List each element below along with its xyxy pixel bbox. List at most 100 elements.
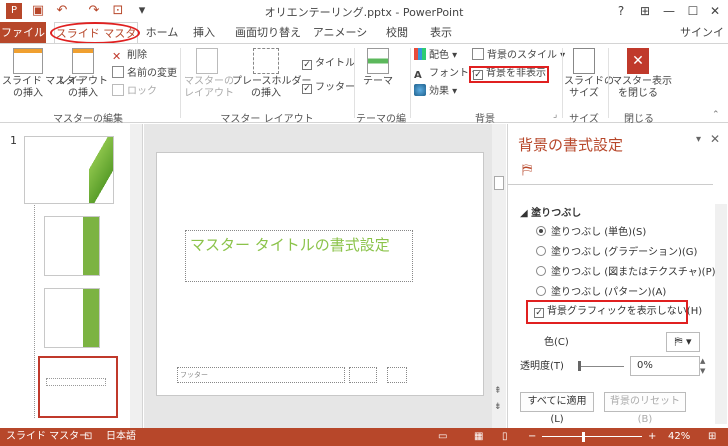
bg-styles-button[interactable]: 背景のスタイル ▾ — [472, 48, 565, 64]
layout-thumbnail[interactable] — [44, 288, 100, 348]
title-placeholder[interactable]: マスター タイトルの書式設定 — [185, 230, 413, 282]
lock-button[interactable]: ロック — [112, 84, 157, 100]
minimize-icon[interactable]: — — [660, 3, 678, 19]
fill-bucket-icon[interactable]: ⛿ — [522, 162, 532, 178]
reset-background-button[interactable]: 背景のリセット(B) — [604, 392, 686, 425]
fit-slide-icon[interactable]: ⊞ — [708, 428, 716, 446]
tab-insert[interactable]: 挿入 — [188, 22, 220, 43]
collapse-ribbon-icon[interactable]: ⌃ — [712, 110, 720, 120]
group-label-close: 閉じる — [624, 114, 654, 125]
close-master-button[interactable]: ✕ マスター表示 を閉じる — [612, 48, 672, 100]
theme-label: テーマ — [363, 76, 393, 87]
scroll-thumb[interactable] — [494, 176, 504, 190]
slide-number-placeholder[interactable] — [387, 367, 407, 383]
reading-view-icon[interactable]: ▯ — [502, 428, 508, 446]
colors-button[interactable]: 配色 ▾ — [414, 48, 457, 64]
transparency-slider-thumb[interactable] — [578, 361, 581, 371]
color-palette-icon — [414, 48, 426, 60]
zoom-level[interactable]: 42% — [668, 428, 690, 446]
transparency-label: 透明度(T) — [520, 361, 564, 372]
zoom-in-icon[interactable]: + — [648, 428, 656, 446]
language-label[interactable]: 日本語 — [106, 428, 136, 446]
group-label-master-layout: マスター レイアウト — [220, 114, 314, 125]
title-bar: P ▣ ↶ ↷ ⊡ ▾ オリエンテーリング.pptx - PowerPoint … — [0, 0, 728, 22]
title-checkbox[interactable]: ✓ タイトル — [302, 56, 355, 72]
tab-animations[interactable]: アニメーション — [310, 22, 370, 60]
pane-title: 背景の書式設定 — [518, 136, 624, 154]
zoom-slider-thumb[interactable] — [582, 432, 585, 442]
tab-transitions[interactable]: 画面切り替え — [232, 22, 304, 43]
layout-icon — [72, 48, 94, 74]
master-layout-label: マスターの レイアウト — [184, 76, 234, 99]
delete-icon: ✕ — [112, 50, 122, 63]
slide-size-icon — [573, 48, 595, 74]
rename-button[interactable]: 名前の変更 — [112, 66, 177, 82]
thumb-graphic — [89, 137, 113, 203]
help-button[interactable]: ? — [612, 3, 630, 19]
effects-button[interactable]: 効果 ▾ — [414, 84, 457, 100]
footer-checkbox[interactable]: ✓ フッター — [302, 80, 355, 96]
maximize-icon[interactable]: ☐ — [684, 3, 702, 19]
insert-master-button[interactable]: スライド マスター の挿入 — [2, 48, 85, 100]
group-label-background: 背景 — [475, 114, 495, 125]
footer-placeholder[interactable]: フッター — [177, 367, 345, 383]
font-icon: A — [414, 70, 422, 81]
thumb-scrollbar[interactable] — [130, 124, 142, 428]
group-label-edit-master: マスターの編集 — [53, 114, 123, 125]
thumbnail-pane: 1 — [0, 124, 143, 428]
transparency-input[interactable]: 0% — [630, 356, 700, 376]
hide-graphics-checkbox[interactable]: ✓ 背景グラフィックを表示しない(H) — [534, 303, 702, 321]
color-label: 色(C) — [544, 337, 569, 348]
layout-thumbnail[interactable] — [44, 216, 100, 276]
pane-scrollbar[interactable] — [715, 204, 727, 424]
fill-gradient-option[interactable]: 塗りつぶし (グラデーション)(G) — [536, 244, 697, 262]
theme-button[interactable]: テーマ — [358, 48, 398, 88]
fill-section-header[interactable]: ◢ 塗りつぶし — [520, 204, 581, 219]
color-picker-button[interactable]: ⛿ ▾ — [666, 332, 700, 352]
notes-status-icon[interactable]: ⊡ — [84, 428, 92, 446]
tab-home[interactable]: ホーム — [144, 22, 180, 43]
placeholder-icon — [253, 48, 279, 74]
tab-review[interactable]: 校閲 — [382, 22, 412, 43]
signin-link[interactable]: サインイン — [676, 22, 728, 60]
fonts-button[interactable]: Aフォント ▾ — [414, 66, 477, 82]
fill-solid-option[interactable]: 塗りつぶし (単色)(S) — [536, 224, 646, 242]
insert-layout-button[interactable]: レイアウト の挿入 — [58, 48, 108, 100]
master-layout-button[interactable]: マスターの レイアウト — [184, 48, 234, 100]
dialog-launcher-icon[interactable]: ⌟ — [553, 110, 557, 120]
scroll-down-page-icon[interactable]: ⇟ — [494, 402, 502, 412]
apply-all-button[interactable]: すべてに適用(L) — [520, 392, 594, 425]
transparency-slider[interactable] — [580, 366, 624, 367]
ribbon-display-icon[interactable]: ⊞ — [636, 3, 654, 19]
selected-layout-thumbnail[interactable] — [38, 356, 118, 418]
pane-close-icon[interactable]: ✕ — [710, 132, 720, 146]
zoom-slider[interactable] — [542, 436, 642, 437]
spinner-icon[interactable]: ▲ ▼ — [700, 356, 710, 376]
thumb-graphic — [83, 217, 99, 275]
zoom-out-icon[interactable]: − — [528, 428, 536, 446]
bg-styles-icon — [472, 48, 484, 60]
fill-picture-option[interactable]: 塗りつぶし (図またはテクスチャ)(P) — [536, 264, 716, 282]
master-thumbnail[interactable] — [24, 136, 114, 204]
close-master-label: マスター表示 を閉じる — [612, 76, 672, 99]
group-separator — [608, 48, 609, 118]
slide-sorter-icon[interactable]: ▦ — [474, 428, 483, 446]
slide-number: 1 — [10, 134, 17, 147]
group-separator — [410, 48, 411, 118]
tab-file[interactable]: ファイル — [0, 22, 46, 43]
date-placeholder[interactable] — [349, 367, 377, 383]
slide-master-icon — [13, 48, 43, 74]
slide-size-button[interactable]: スライドの サイズ — [564, 48, 614, 100]
delete-button[interactable]: ✕ 削除 — [112, 48, 147, 64]
slide-scrollbar[interactable] — [492, 124, 506, 428]
tab-view[interactable]: 表示 — [426, 22, 456, 43]
insert-layout-label: レイアウト の挿入 — [58, 76, 108, 99]
pane-options-icon[interactable]: ▾ — [696, 134, 701, 145]
effects-icon — [414, 84, 426, 96]
scroll-up-page-icon[interactable]: ⇞ — [494, 386, 502, 396]
normal-view-icon[interactable]: ▭ — [438, 428, 447, 446]
master-layout-icon — [196, 48, 218, 74]
insert-placeholder-button[interactable]: プレースホルダー の挿入 — [232, 48, 312, 100]
group-label-size: サイズ — [569, 114, 599, 125]
close-icon[interactable]: ✕ — [706, 3, 724, 19]
